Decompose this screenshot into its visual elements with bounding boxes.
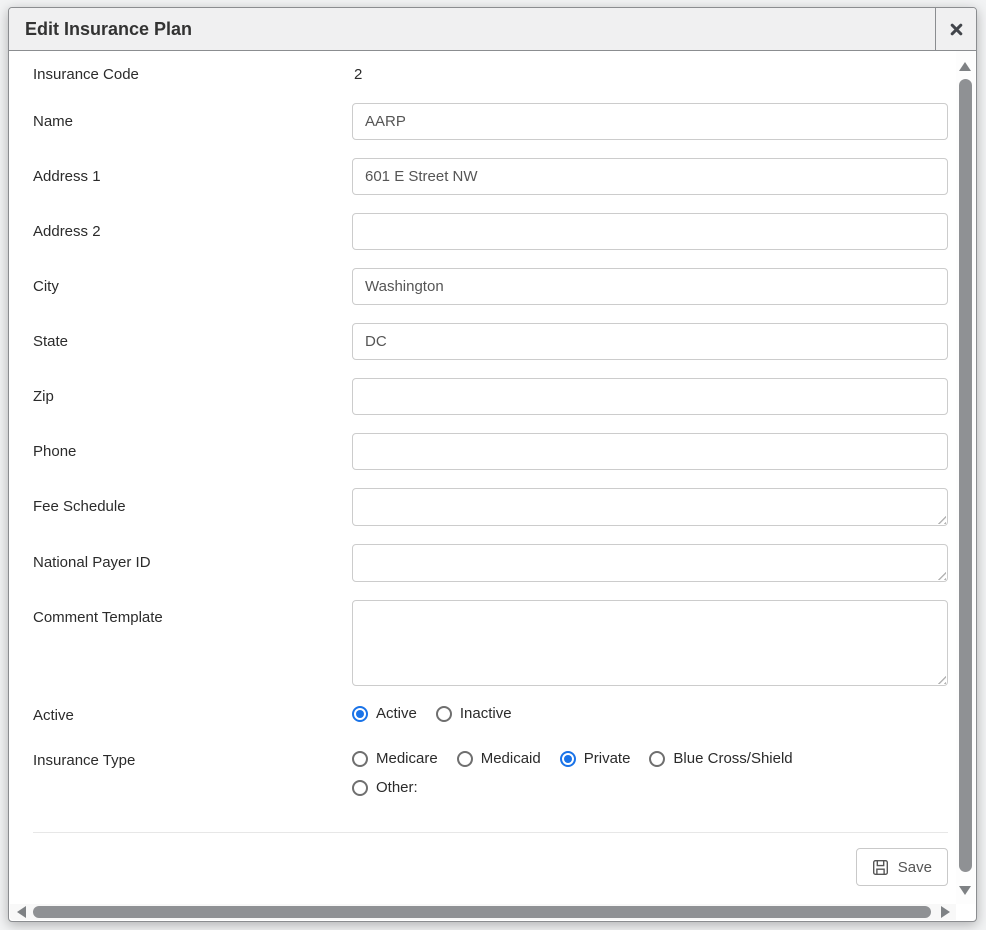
- address-2-label: Address 2: [33, 222, 352, 242]
- comment-template-textarea-wrap: [352, 600, 948, 686]
- city-input[interactable]: [352, 268, 948, 305]
- radio-option-label: Other:: [376, 778, 418, 798]
- form-row-name: Name: [33, 103, 948, 140]
- radio-checked-icon[interactable]: [560, 751, 576, 767]
- address-1-control: [352, 158, 948, 195]
- city-label: City: [33, 277, 352, 297]
- radio-unchecked-icon[interactable]: [649, 751, 665, 767]
- active-options: Active Inactive: [352, 704, 948, 724]
- national-payer-id-textarea[interactable]: [352, 544, 948, 582]
- insurance-code-value: 2: [352, 65, 948, 85]
- national-payer-id-textarea-wrap: [352, 544, 948, 582]
- form-row-state: State: [33, 323, 948, 360]
- save-icon: [872, 859, 889, 876]
- form-row-address-2: Address 2: [33, 213, 948, 250]
- radio-option-medicare[interactable]: Medicare: [352, 749, 438, 769]
- national-payer-id-label: National Payer ID: [33, 553, 352, 573]
- scroll-left-icon[interactable]: [17, 906, 26, 918]
- close-button[interactable]: [935, 8, 976, 50]
- form-row-zip: Zip: [33, 378, 948, 415]
- form-row-city: City: [33, 268, 948, 305]
- zip-input[interactable]: [352, 378, 948, 415]
- vertical-scrollbar-thumb[interactable]: [959, 79, 972, 872]
- radio-option-medicaid[interactable]: Medicaid: [457, 749, 541, 769]
- dialog-body: Insurance Code2 Name Address 1 Address 2 Cit…: [9, 51, 956, 903]
- radio-checked-icon[interactable]: [352, 706, 368, 722]
- radio-group-insurance-type: Insurance Type Medicare Medicaid Private Blu…: [33, 749, 948, 798]
- radio-option-label: Active: [376, 704, 417, 724]
- name-control: [352, 103, 948, 140]
- insurance-type-options: Medicare Medicaid Private Blue Cross/Shield…: [352, 749, 948, 798]
- fee-schedule-textarea[interactable]: [352, 488, 948, 526]
- horizontal-scrollbar-thumb[interactable]: [33, 906, 931, 918]
- horizontal-scrollbar[interactable]: [10, 904, 956, 920]
- form-row-fee-schedule: Fee Schedule: [33, 488, 948, 526]
- insurance-code-label: Insurance Code: [33, 65, 352, 85]
- comment-template-textarea[interactable]: [352, 600, 948, 686]
- fee-schedule-label: Fee Schedule: [33, 497, 352, 517]
- state-control: [352, 323, 948, 360]
- radio-option-inactive[interactable]: Inactive: [436, 704, 512, 724]
- state-label: State: [33, 332, 352, 352]
- city-control: [352, 268, 948, 305]
- active-label: Active: [33, 704, 352, 726]
- fee-schedule-textarea-wrap: [352, 488, 948, 526]
- radio-option-label: Private: [584, 749, 631, 769]
- zip-control: [352, 378, 948, 415]
- radio-option-blue-cross-shield[interactable]: Blue Cross/Shield: [649, 749, 792, 769]
- radio-option-active[interactable]: Active: [352, 704, 417, 724]
- dialog-footer: Save: [33, 833, 948, 886]
- radio-unchecked-icon[interactable]: [352, 751, 368, 767]
- radio-unchecked-icon[interactable]: [436, 706, 452, 722]
- insurance-type-label: Insurance Type: [33, 749, 352, 771]
- edit-insurance-plan-dialog: Edit Insurance Plan Insurance Code2 Name A…: [8, 7, 977, 922]
- phone-label: Phone: [33, 442, 352, 462]
- radio-option-line: Active Inactive: [352, 704, 948, 724]
- address-2-input[interactable]: [352, 213, 948, 250]
- address-1-input[interactable]: [352, 158, 948, 195]
- fee-schedule-control: [352, 488, 948, 526]
- save-button-label: Save: [898, 859, 932, 876]
- state-input[interactable]: [352, 323, 948, 360]
- national-payer-id-control: [352, 544, 948, 582]
- name-input[interactable]: [352, 103, 948, 140]
- save-button[interactable]: Save: [856, 848, 948, 886]
- radio-group-active: Active Active Inactive: [33, 704, 948, 726]
- phone-input[interactable]: [352, 433, 948, 470]
- radio-option-line: Medicare Medicaid Private Blue Cross/Shield: [352, 749, 948, 769]
- form-fields: Insurance Code2 Name Address 1 Address 2 Cit…: [33, 65, 948, 686]
- radio-groups: ActiveActiveInactiveInsurance TypeMedica…: [33, 704, 948, 798]
- radio-option-line: Other:: [352, 778, 948, 798]
- vertical-scrollbar[interactable]: [956, 51, 975, 904]
- dialog-header: Edit Insurance Plan: [9, 8, 976, 51]
- radio-option-label: Medicaid: [481, 749, 541, 769]
- address-2-control: [352, 213, 948, 250]
- zip-label: Zip: [33, 387, 352, 407]
- comment-template-label: Comment Template: [33, 600, 352, 628]
- insurance-code-control: 2: [352, 65, 948, 85]
- form-row-address-1: Address 1: [33, 158, 948, 195]
- radio-option-label: Medicare: [376, 749, 438, 769]
- radio-unchecked-icon[interactable]: [457, 751, 473, 767]
- close-icon: [949, 22, 964, 37]
- comment-template-control: [352, 600, 948, 686]
- radio-option-label: Inactive: [460, 704, 512, 724]
- radio-option-label: Blue Cross/Shield: [673, 749, 792, 769]
- scroll-up-icon[interactable]: [959, 62, 971, 71]
- form-row-insurance-code: Insurance Code2: [33, 65, 948, 85]
- radio-unchecked-icon[interactable]: [352, 780, 368, 796]
- form-row-national-payer-id: National Payer ID: [33, 544, 948, 582]
- form-row-comment-template: Comment Template: [33, 600, 948, 686]
- phone-control: [352, 433, 948, 470]
- scroll-right-icon[interactable]: [941, 906, 950, 918]
- form-row-phone: Phone: [33, 433, 948, 470]
- dialog-title: Edit Insurance Plan: [9, 19, 192, 40]
- address-1-label: Address 1: [33, 167, 352, 187]
- radio-option-private[interactable]: Private: [560, 749, 631, 769]
- radio-option-other[interactable]: Other:: [352, 778, 418, 798]
- name-label: Name: [33, 112, 352, 132]
- scroll-down-icon[interactable]: [959, 886, 971, 895]
